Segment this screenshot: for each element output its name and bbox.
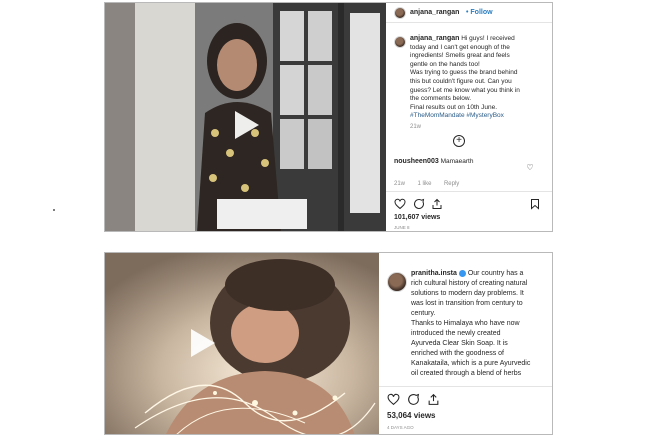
- caption-line: Ayurveda Clear Skin Soap. It is: [411, 340, 508, 347]
- caption-line: rich cultural history of creating natura…: [411, 280, 528, 287]
- load-more-comments-icon[interactable]: +: [453, 135, 465, 147]
- caption-line: Final results out on 10th June.: [410, 103, 498, 111]
- caption-line: Thanks to Himalaya who have now: [411, 320, 520, 327]
- username-link[interactable]: anjana_rangan: [410, 9, 459, 16]
- comment-heart-icon[interactable]: ♡: [526, 163, 534, 172]
- actions-divider: [386, 191, 552, 192]
- video-scene: [105, 253, 381, 434]
- caption-line: Kanakataila, which is a pure Ayurvedic: [411, 360, 531, 367]
- caption-line: Hi guys! I received: [461, 35, 515, 42]
- share-icon[interactable]: [427, 393, 440, 406]
- caption-line: was lost in transition from century to: [411, 300, 523, 307]
- post-date: JUNE 8: [394, 225, 410, 230]
- comment-text: Mamaearth: [440, 158, 474, 165]
- caption-line: oil created through a blend of herbs: [411, 370, 522, 377]
- heart-icon[interactable]: [394, 198, 406, 210]
- avatar[interactable]: [394, 7, 406, 19]
- video-thumbnail[interactable]: [105, 3, 388, 231]
- comment-time: 21w: [394, 180, 406, 187]
- follow-button[interactable]: • Follow: [466, 9, 493, 16]
- caption-line: today and I can't get enough of the: [410, 43, 510, 51]
- instagram-post-1: anjana_rangan • Follow anjana_rangan Hi …: [104, 2, 553, 232]
- caption-line: Was trying to guess the brand behind: [410, 69, 518, 77]
- username-link[interactable]: pranitha.insta: [411, 270, 457, 277]
- caption-username[interactable]: anjana_rangan: [410, 35, 459, 42]
- caption-line: introduced the newly created: [411, 330, 501, 337]
- bookmark-icon[interactable]: [529, 198, 541, 210]
- play-icon[interactable]: [235, 111, 259, 139]
- header-divider: [386, 22, 552, 23]
- caption-avatar[interactable]: [394, 36, 406, 48]
- caption-line: the comments below.: [410, 95, 472, 103]
- share-icon[interactable]: [431, 198, 443, 210]
- caption: anjana_rangan Hi guys! I received today …: [410, 35, 548, 130]
- comment-icon[interactable]: [413, 198, 425, 210]
- post-sidebar: anjana_rangan • Follow anjana_rangan Hi …: [386, 3, 552, 231]
- caption-line: century.: [411, 310, 436, 317]
- post-date: 4 DAYS AGO: [387, 425, 414, 430]
- comment-likes[interactable]: 1 like: [417, 181, 431, 187]
- verified-badge-icon: [458, 269, 466, 277]
- caption-line: Our country has a: [467, 270, 524, 277]
- caption-time: 21w: [410, 123, 422, 130]
- caption-hashtags[interactable]: #TheMomMandate #MysteryBox: [410, 112, 548, 121]
- view-count[interactable]: 53,064 views: [387, 411, 435, 420]
- caption: pranitha.insta Our country has a rich cu…: [411, 269, 551, 379]
- heart-icon[interactable]: [387, 393, 400, 406]
- play-icon[interactable]: [191, 329, 215, 357]
- comment-item: nousheen003 Mamaearth 21w 1 like Reply: [394, 158, 544, 190]
- video-thumbnail[interactable]: [105, 253, 381, 434]
- view-count[interactable]: 101,607 views: [394, 214, 440, 221]
- post-sidebar: pranitha.insta Our country has a rich cu…: [379, 253, 552, 434]
- caption-line: guess? Let me know what you think in: [410, 86, 520, 94]
- caption-line: gentle on the hands too!: [410, 60, 480, 68]
- caption-line: enriched with the goodness of: [411, 350, 505, 357]
- caption-line: solutions to modern day problems. It: [411, 290, 524, 297]
- comment-username[interactable]: nousheen003: [394, 158, 439, 165]
- instagram-post-2: pranitha.insta Our country has a rich cu…: [104, 252, 553, 435]
- caption-line: this but couldn't figure out. Can you: [410, 77, 512, 85]
- avatar[interactable]: [387, 272, 407, 292]
- caption-line: ingredients! Smells great and feels: [410, 52, 510, 60]
- comment-icon[interactable]: [407, 393, 420, 406]
- actions-divider: [379, 386, 552, 387]
- stray-dot: [53, 209, 55, 211]
- comment-reply[interactable]: Reply: [444, 181, 459, 187]
